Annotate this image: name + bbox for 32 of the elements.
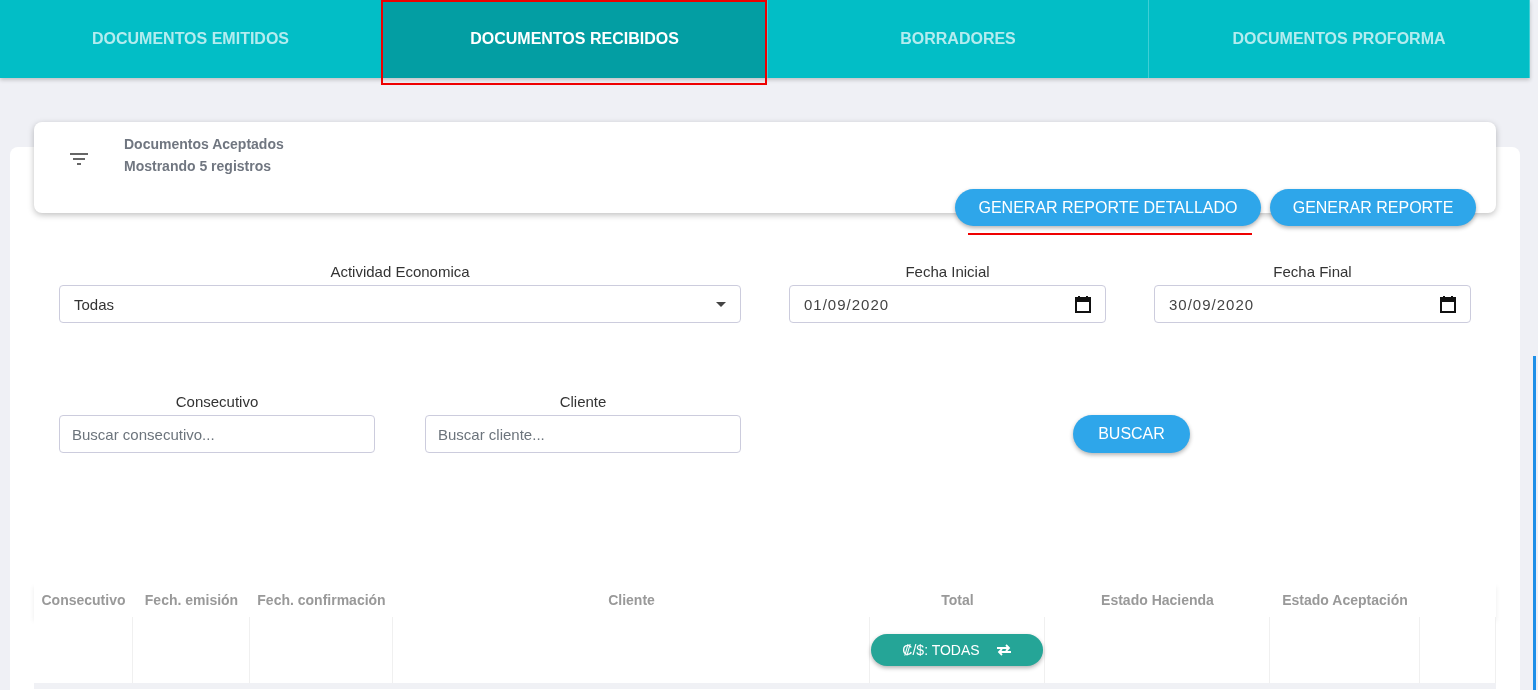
column-header: Consecutivo: [40, 592, 127, 608]
currency-toggle-button[interactable]: ₡/$: TODAS: [871, 634, 1043, 666]
report-button[interactable]: GENERAR REPORTE DETALLADO: [955, 189, 1261, 226]
column-header: Estado Aceptación: [1281, 592, 1409, 608]
column-header: Fech. emisión: [143, 592, 240, 608]
column-header: Total: [940, 592, 975, 608]
record-count: Mostrando 5 registros: [124, 158, 273, 174]
report-button[interactable]: GENERAR REPORTE: [1270, 189, 1476, 226]
search-button[interactable]: BUSCAR: [1073, 415, 1190, 453]
field-label: Actividad Economica: [330, 263, 470, 280]
tab[interactable]: DOCUMENTOS PROFORMA: [1149, 0, 1530, 78]
field-label: Fecha Final: [1273, 263, 1352, 280]
tab[interactable]: DOCUMENTOS RECIBIDOS: [382, 0, 768, 78]
field-label: Consecutivo: [175, 393, 259, 410]
tab[interactable]: BORRADORES: [768, 0, 1149, 78]
swap-icon: [995, 644, 1012, 656]
activity-dropdown[interactable]: Todas: [59, 285, 741, 323]
column-header: Cliente: [607, 592, 656, 608]
date-field[interactable]: 30/09/2020: [1154, 285, 1471, 323]
calendar-icon[interactable]: [1075, 295, 1091, 313]
column-header: Fech. confirmación: [256, 592, 387, 608]
column-header: Estado Hacienda: [1100, 592, 1215, 608]
field-label: Fecha Inicial: [905, 263, 990, 280]
tab[interactable]: DOCUMENTOS EMITIDOS: [0, 0, 382, 78]
summary-title: Documentos Aceptados: [124, 136, 284, 152]
filter-icon[interactable]: [70, 153, 88, 165]
calendar-icon[interactable]: [1440, 295, 1456, 313]
date-field[interactable]: 01/09/2020: [789, 285, 1106, 323]
consecutive-search-field[interactable]: Buscar consecutivo...: [59, 415, 375, 453]
caret-icon: [716, 301, 726, 307]
client-search-field[interactable]: Buscar cliente...: [425, 415, 741, 453]
field-label: Cliente: [559, 393, 607, 410]
